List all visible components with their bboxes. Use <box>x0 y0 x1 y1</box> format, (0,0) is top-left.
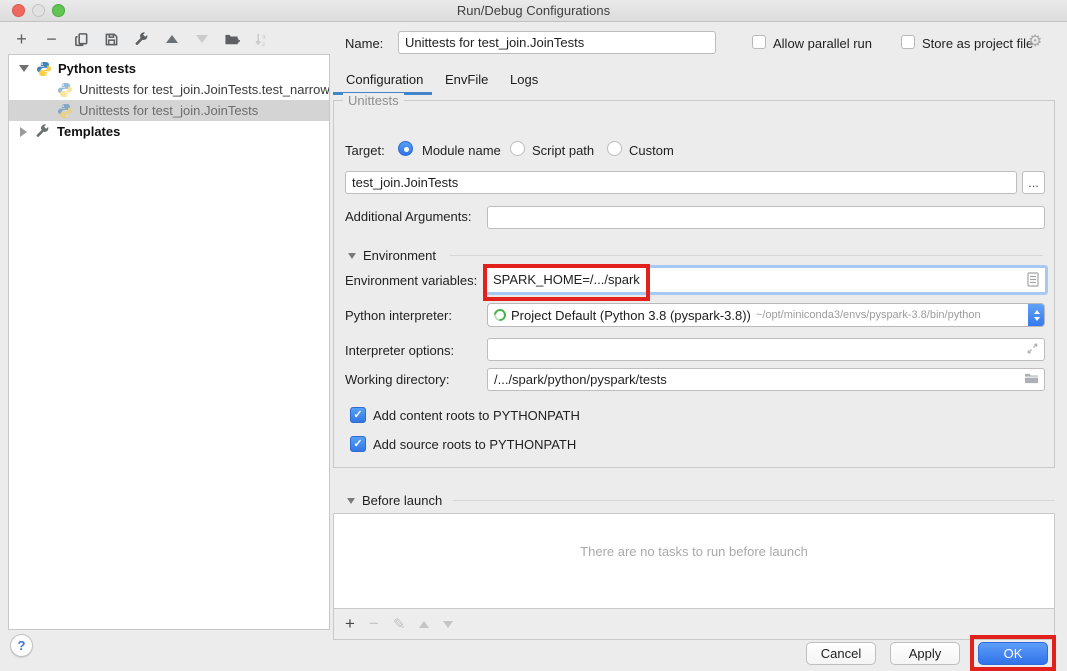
save-icon[interactable] <box>103 31 120 48</box>
add-icon[interactable]: + <box>13 31 30 48</box>
tab-logs[interactable]: Logs <box>510 72 538 87</box>
move-up-icon[interactable] <box>163 31 180 48</box>
browse-button[interactable]: ... <box>1022 171 1045 194</box>
python-interpreter-label: Python interpreter: <box>345 308 452 323</box>
name-label: Name: <box>345 36 383 51</box>
chevron-collapsed-icon[interactable] <box>20 127 27 137</box>
environment-variables-label: Environment variables: <box>345 273 477 288</box>
working-directory-label: Working directory: <box>345 372 450 387</box>
wrench-icon <box>35 124 51 140</box>
close-window-button[interactable] <box>12 4 25 17</box>
new-folder-icon[interactable] <box>223 31 240 48</box>
python-icon <box>36 61 52 77</box>
minimize-window-button[interactable] <box>32 4 45 17</box>
svg-text:a: a <box>262 33 266 40</box>
add-source-roots-label: Add source roots to PYTHONPATH <box>373 437 576 452</box>
chevron-up-down-icon[interactable] <box>1028 303 1045 327</box>
store-as-project-file-label: Store as project file <box>922 36 1033 51</box>
radio-script-path[interactable] <box>510 141 525 156</box>
tab-envfile[interactable]: EnvFile <box>445 72 488 87</box>
interpreter-options-label: Interpreter options: <box>345 343 454 358</box>
interpreter-options-input[interactable] <box>487 338 1045 361</box>
tree-item-label: Python tests <box>58 61 136 76</box>
window-title: Run/Debug Configurations <box>457 3 610 18</box>
conda-icon <box>492 307 509 324</box>
ok-button[interactable]: OK <box>978 642 1048 665</box>
environment-collapse-icon[interactable] <box>348 253 356 259</box>
python-icon <box>57 82 73 98</box>
remove-icon: − <box>369 616 379 632</box>
module-name-value: test_join.JoinTests <box>352 175 458 190</box>
chevron-expanded-icon[interactable] <box>19 65 29 72</box>
edit-icon <box>393 615 406 633</box>
edit-templates-icon[interactable] <box>133 31 150 48</box>
allow-parallel-run-checkbox[interactable] <box>752 35 766 49</box>
allow-parallel-run-label: Allow parallel run <box>773 36 872 51</box>
tree-item-label: Templates <box>57 124 120 139</box>
python-icon <box>57 103 73 119</box>
tree-item-templates[interactable]: Templates <box>9 121 329 142</box>
zoom-window-button[interactable] <box>52 4 65 17</box>
environment-section-label: Environment <box>363 248 436 263</box>
move-down-icon <box>443 621 453 628</box>
name-input[interactable]: Unittests for test_join.JoinTests <box>398 31 716 54</box>
move-up-icon <box>419 621 429 628</box>
move-down-icon <box>193 31 210 48</box>
python-interpreter-path: ~/opt/miniconda3/envs/pyspark-3.8/bin/py… <box>756 309 981 321</box>
additional-arguments-input[interactable] <box>487 206 1045 229</box>
title-bar: Run/Debug Configurations <box>0 0 1067 22</box>
svg-text:z: z <box>262 41 265 47</box>
section-divider <box>453 500 1055 501</box>
name-value: Unittests for test_join.JoinTests <box>405 35 584 50</box>
radio-custom[interactable] <box>607 141 622 156</box>
working-directory-value: /.../spark/python/pyspark/tests <box>494 372 667 387</box>
tree-item-label: Unittests for test_join.JoinTests <box>79 103 258 118</box>
radio-script-path-label: Script path <box>532 143 594 158</box>
configuration-panel: Name: Unittests for test_join.JoinTests … <box>333 28 1056 640</box>
paste-icon[interactable] <box>1027 272 1039 287</box>
before-launch-section-label: Before launch <box>362 493 442 508</box>
folder-icon[interactable] <box>1024 372 1039 385</box>
sort-alphabetically-icon: az <box>253 31 270 48</box>
before-launch-empty-text: There are no tasks to run before launch <box>334 544 1054 559</box>
add-content-roots-checkbox[interactable] <box>350 407 366 423</box>
radio-module-name-label: Module name <box>422 143 501 158</box>
before-launch-collapse-icon[interactable] <box>347 498 355 504</box>
before-launch-task-list: There are no tasks to run before launch … <box>333 513 1055 640</box>
window-controls <box>12 4 65 17</box>
module-name-input[interactable]: test_join.JoinTests <box>345 171 1017 194</box>
remove-icon[interactable]: − <box>43 31 60 48</box>
expand-icon[interactable] <box>1026 342 1039 355</box>
environment-variables-value: SPARK_HOME=/.../spark <box>493 270 640 290</box>
tree-item-label: Unittests for test_join.JoinTests.test_n… <box>79 82 329 97</box>
configurations-toolbar: + − az <box>13 30 270 48</box>
add-source-roots-checkbox[interactable] <box>350 436 366 452</box>
unittests-group-title: Unittests <box>343 93 404 108</box>
target-label: Target: <box>345 143 385 158</box>
tree-item-python-tests[interactable]: Python tests <box>9 58 329 79</box>
copy-icon[interactable] <box>73 31 90 48</box>
additional-arguments-label: Additional Arguments: <box>345 209 471 224</box>
tab-configuration[interactable]: Configuration <box>346 72 423 87</box>
tree-item-unittest-narrow[interactable]: Unittests for test_join.JoinTests.test_n… <box>9 79 329 100</box>
add-content-roots-label: Add content roots to PYTHONPATH <box>373 408 580 423</box>
help-button[interactable]: ? <box>10 634 33 657</box>
tree-item-unittest-jointests[interactable]: Unittests for test_join.JoinTests <box>9 100 329 121</box>
unittests-group: Unittests Target: Module name Script pat… <box>333 100 1055 468</box>
store-as-project-file-checkbox[interactable] <box>901 35 915 49</box>
apply-button[interactable]: Apply <box>890 642 960 665</box>
python-interpreter-select[interactable]: Project Default (Python 3.8 (pyspark-3.8… <box>487 303 1045 327</box>
working-directory-input[interactable]: /.../spark/python/pyspark/tests <box>487 368 1045 391</box>
radio-module-name[interactable] <box>398 141 413 156</box>
gear-icon[interactable] <box>1028 31 1042 50</box>
before-launch-toolbar: + − <box>334 608 1054 639</box>
cancel-button[interactable]: Cancel <box>806 642 876 665</box>
radio-custom-label: Custom <box>629 143 674 158</box>
python-interpreter-value: Project Default (Python 3.8 (pyspark-3.8… <box>511 308 751 323</box>
environment-variables-input[interactable]: SPARK_HOME=/.../spark <box>484 265 1048 295</box>
ok-button-area: OK <box>978 642 1048 665</box>
configurations-tree: Python tests Unittests for test_join.Joi… <box>8 54 330 630</box>
add-icon[interactable]: + <box>345 616 355 632</box>
section-divider <box>450 255 1043 256</box>
